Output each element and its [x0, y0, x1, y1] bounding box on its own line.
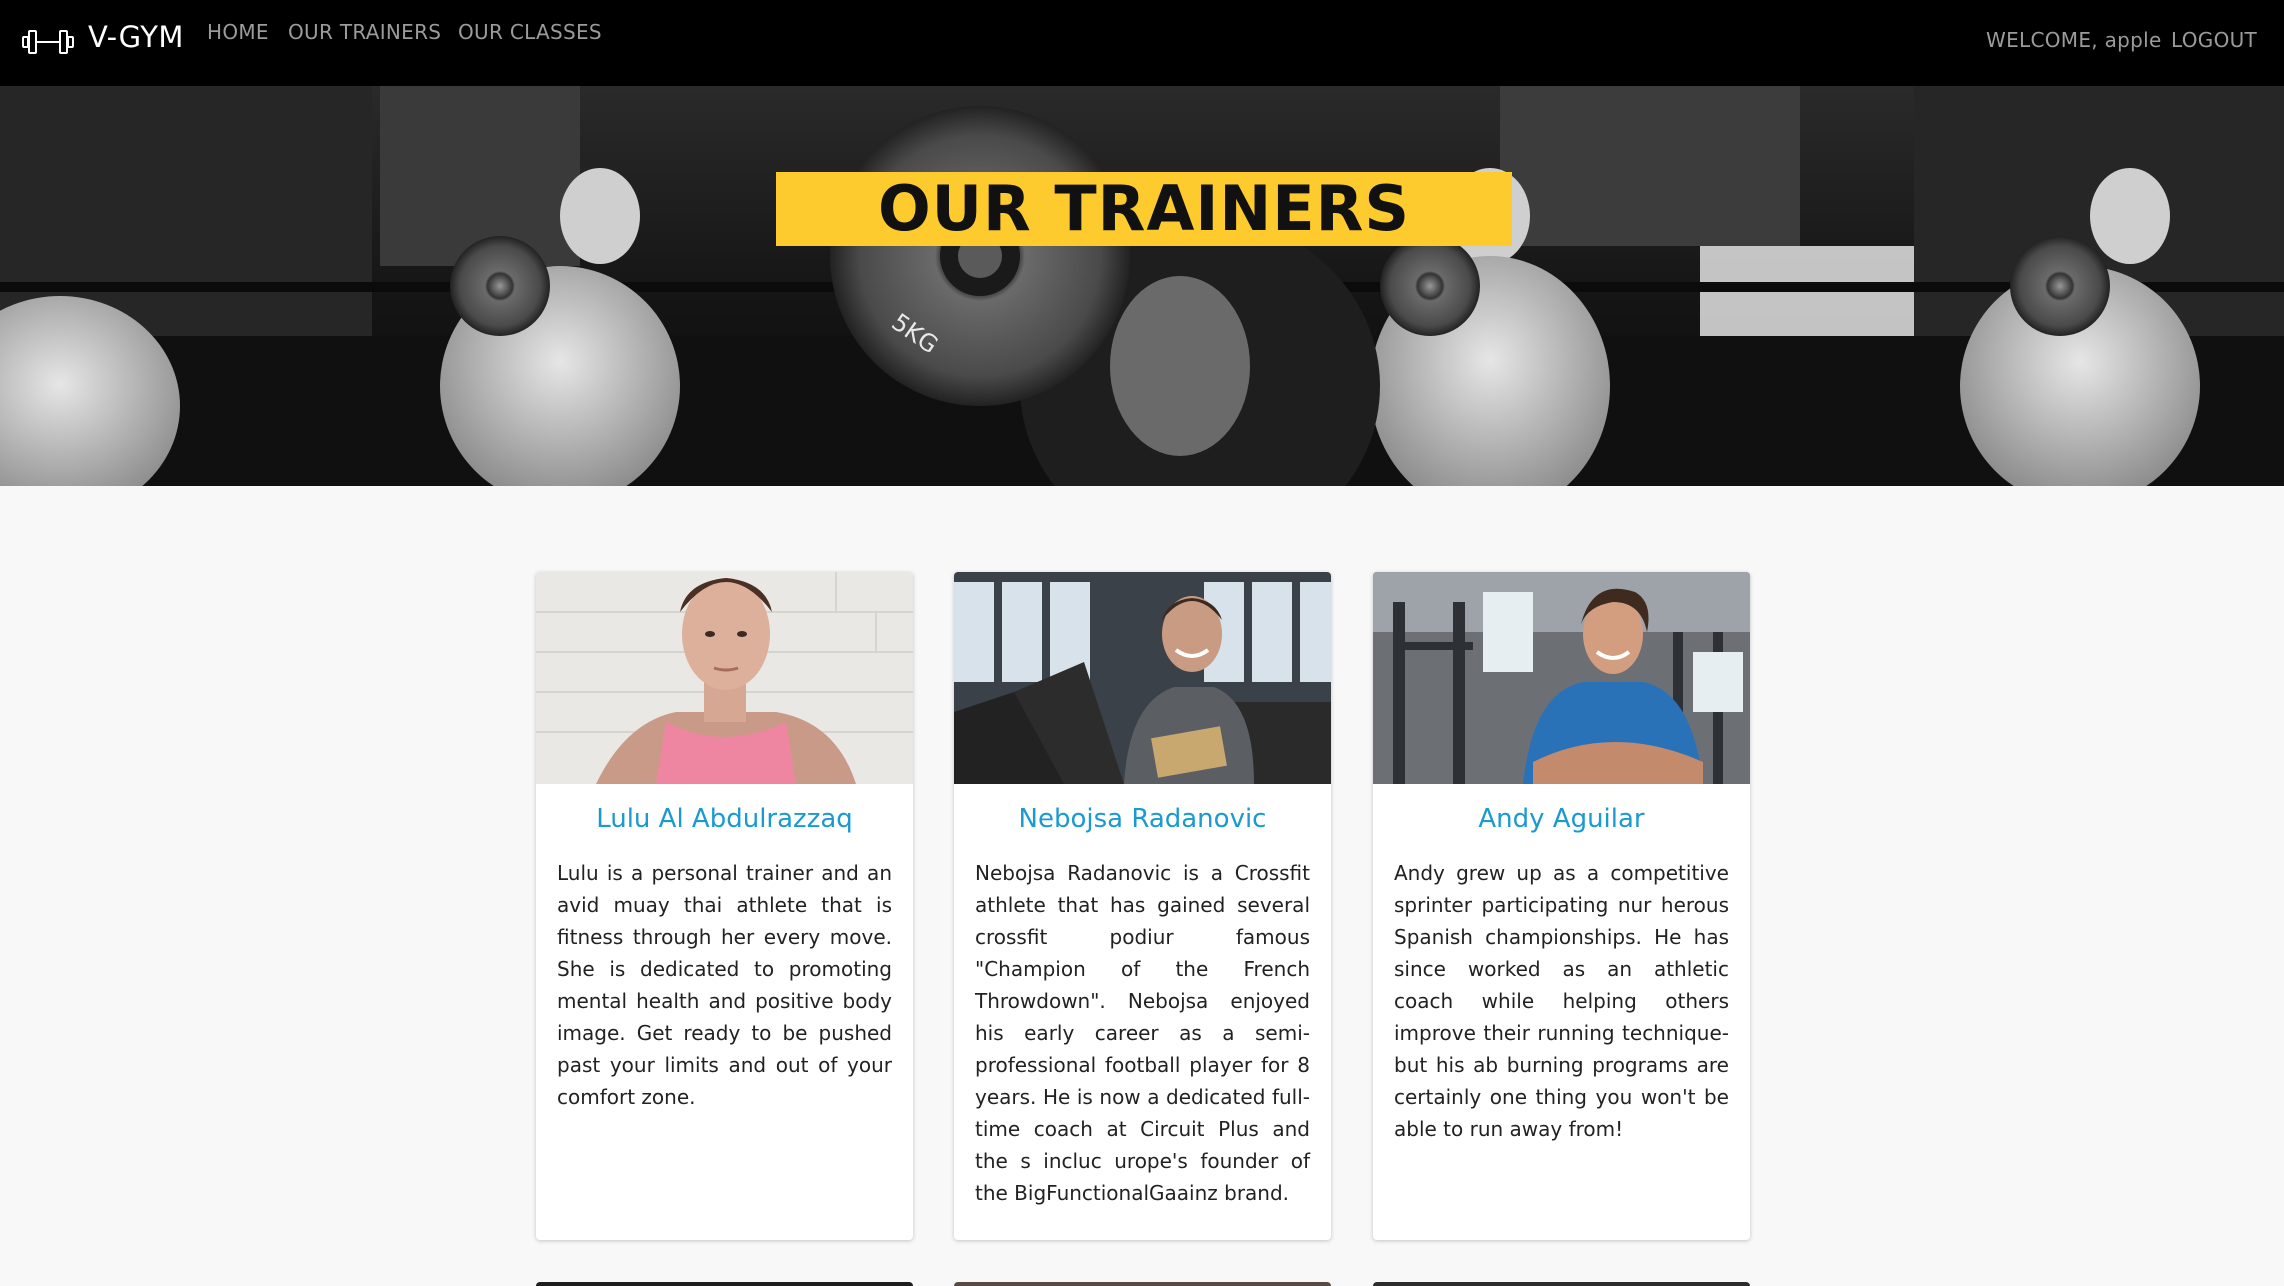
trainer-card: Nebojsa Radanovic Nebojsa Radanovic is a…	[954, 572, 1331, 1240]
top-navbar: V-GYM HOME OUR TRAINERS OUR CLASSES WELC…	[0, 0, 2284, 86]
trainer-bio: Lulu is a personal trainer and an avid m…	[557, 861, 892, 1109]
brand-logo-text[interactable]: V-GYM	[88, 20, 184, 54]
trainer-bio: Nebojsa Radanovic is a Crossfit athlete …	[975, 861, 1310, 1205]
trainer-photo	[954, 572, 1331, 784]
trainer-card: Andy Aguilar Andy grew up as a competiti…	[1373, 572, 1750, 1240]
logout-link[interactable]: LOGOUT	[2171, 28, 2257, 52]
trainer-bio: Andy grew up as a competitive sprinter p…	[1394, 861, 1729, 1141]
trainer-card-partial	[1373, 1282, 1750, 1286]
trainer-name-link[interactable]: Andy Aguilar	[1373, 804, 1750, 834]
nav-home-link[interactable]: HOME	[207, 20, 269, 44]
hero-banner: 5KG OUR TRAINERS	[0, 86, 2284, 486]
trainer-photo	[536, 572, 913, 784]
hero-title-banner: OUR TRAINERS	[776, 172, 1512, 246]
welcome-user-text: WELCOME, apple	[1986, 28, 2162, 52]
trainer-name-link[interactable]: Nebojsa Radanovic	[954, 804, 1331, 834]
hero-gym-photo: 5KG	[0, 86, 2284, 486]
trainer-card: Lulu Al Abdulrazzaq Lulu is a personal t…	[536, 572, 913, 1240]
nav-our-classes-link[interactable]: OUR CLASSES	[458, 20, 602, 44]
trainer-name-link[interactable]: Lulu Al Abdulrazzaq	[536, 804, 913, 834]
page-title: OUR TRAINERS	[877, 172, 1411, 245]
trainer-photo	[1373, 572, 1750, 784]
dumbbell-icon[interactable]	[22, 27, 74, 57]
nav-our-trainers-link[interactable]: OUR TRAINERS	[288, 20, 441, 44]
trainer-card-partial	[536, 1282, 913, 1286]
trainer-card-partial	[954, 1282, 1331, 1286]
